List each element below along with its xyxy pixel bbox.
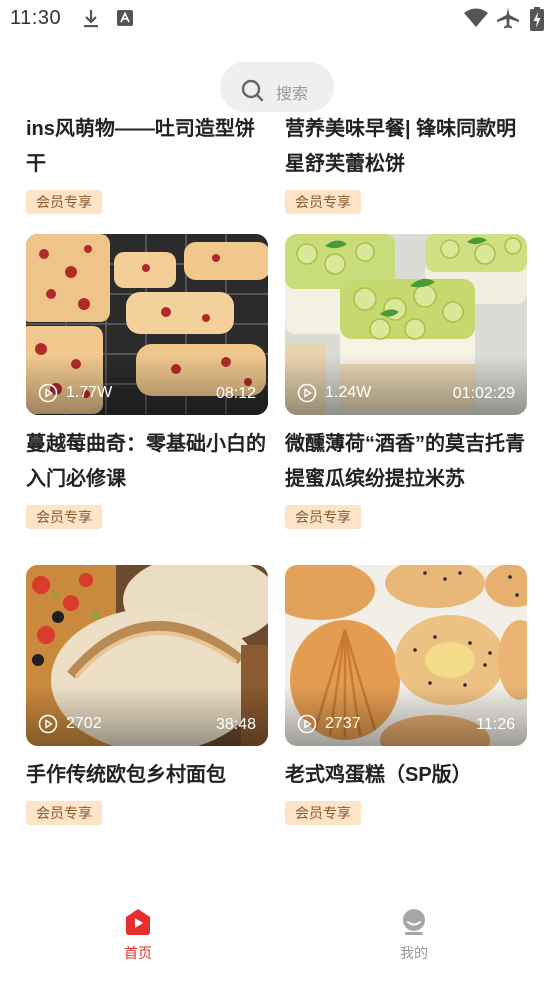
search-label: 搜索	[276, 86, 309, 103]
recipe-title: ins风萌物——吐司造型饼干	[26, 118, 255, 175]
recipe-feed[interactable]: ins风萌物——吐司造型饼干 会员专享 营养美味早餐| 锋味同款明星舒芙蕾松饼 …	[0, 0, 553, 900]
recipe-title: 蔓越莓曲奇：零基础小白的入门必修课	[26, 433, 266, 490]
bottom-nav: 首页 我的	[0, 900, 553, 983]
recipe-card[interactable]: 1.24W 01:02:29 微醺薄荷“酒香”的莫吉托青提蜜瓜缤纷提拉米苏 会员…	[285, 234, 527, 529]
view-count: 1.24W	[297, 383, 371, 403]
member-badge: 会员专享	[26, 190, 102, 214]
view-count: 2737	[297, 714, 361, 734]
nav-label-profile: 我的	[400, 945, 428, 961]
member-badge: 会员专享	[26, 801, 102, 825]
member-badge: 会员专享	[285, 801, 361, 825]
video-thumbnail[interactable]: 1.24W 01:02:29	[285, 234, 527, 415]
home-play-icon	[126, 909, 150, 935]
recipe-title: 微醺薄荷“酒香”的莫吉托青提蜜瓜缤纷提拉米苏	[285, 433, 525, 490]
video-duration: 38:48	[215, 716, 256, 733]
member-badge: 会员专享	[285, 190, 361, 214]
search-button[interactable]: 搜索	[220, 62, 334, 112]
search-icon	[241, 79, 264, 102]
video-duration: 08:12	[215, 385, 256, 402]
video-duration: 11:26	[476, 716, 515, 733]
nav-tab-home[interactable]: 首页	[98, 908, 178, 963]
video-thumbnail[interactable]: 1.77W 08:12	[26, 234, 268, 415]
view-count-text: 2702	[66, 715, 102, 732]
recipe-card[interactable]: 1.77W 08:12 蔓越莓曲奇：零基础小白的入门必修课 会员专享	[26, 234, 268, 529]
recipe-title: 老式鸡蛋糕（SP版）	[285, 764, 472, 786]
recipe-card[interactable]: ins风萌物——吐司造型饼干 会员专享	[26, 100, 268, 214]
member-badge: 会员专享	[26, 505, 102, 529]
view-count-text: 1.24W	[325, 384, 372, 401]
profile-icon	[403, 909, 425, 935]
member-badge: 会员专享	[285, 505, 361, 529]
play-count-icon	[38, 714, 58, 734]
view-count-text: 2737	[325, 715, 361, 732]
video-thumbnail[interactable]: 2702 38:48	[26, 565, 268, 746]
play-count-icon	[297, 714, 317, 734]
nav-label-home: 首页	[124, 945, 152, 961]
view-count: 1.77W	[38, 383, 112, 403]
play-count-icon	[38, 383, 58, 403]
nav-tab-profile[interactable]: 我的	[374, 908, 454, 963]
video-thumbnail[interactable]: 2737 11:26	[285, 565, 527, 746]
recipe-title: 手作传统欧包乡村面包	[26, 764, 226, 786]
view-count: 2702	[38, 714, 102, 734]
recipe-card[interactable]: 2737 11:26 老式鸡蛋糕（SP版） 会员专享	[285, 565, 527, 825]
recipe-card[interactable]: 2702 38:48 手作传统欧包乡村面包 会员专享	[26, 565, 268, 825]
recipe-title: 营养美味早餐| 锋味同款明星舒芙蕾松饼	[285, 118, 517, 175]
recipe-card[interactable]: 营养美味早餐| 锋味同款明星舒芙蕾松饼 会员专享	[285, 100, 527, 214]
view-count-text: 1.77W	[66, 384, 113, 401]
play-count-icon	[297, 383, 317, 403]
video-duration: 01:02:29	[452, 385, 515, 402]
